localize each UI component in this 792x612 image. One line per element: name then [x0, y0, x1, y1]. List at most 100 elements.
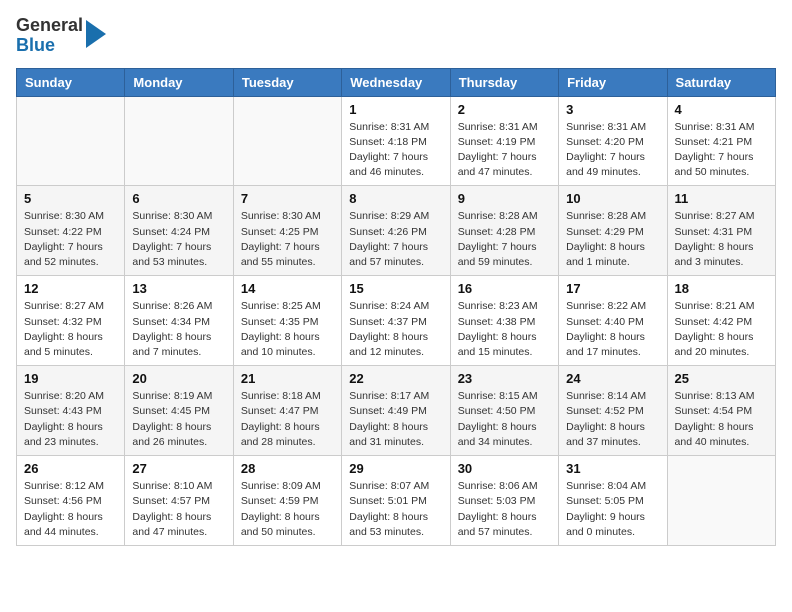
day-number: 1: [349, 102, 442, 117]
day-number: 10: [566, 191, 659, 206]
day-info: Sunrise: 8:21 AMSunset: 4:42 PMDaylight:…: [675, 299, 768, 360]
day-number: 27: [132, 461, 225, 476]
calendar-cell: 7 Sunrise: 8:30 AMSunset: 4:25 PMDaylight…: [233, 186, 341, 276]
header-thursday: Thursday: [450, 68, 558, 96]
calendar-cell: 11 Sunrise: 8:27 AMSunset: 4:31 PMDayligh…: [667, 186, 775, 276]
calendar-cell: 6 Sunrise: 8:30 AMSunset: 4:24 PMDaylight…: [125, 186, 233, 276]
calendar-cell: 26 Sunrise: 8:12 AMSunset: 4:56 PMDayligh…: [17, 456, 125, 546]
day-info: Sunrise: 8:19 AMSunset: 4:45 PMDaylight:…: [132, 389, 225, 450]
calendar-week-1: 1 Sunrise: 8:31 AMSunset: 4:18 PMDaylight…: [17, 96, 776, 186]
calendar-cell: 16 Sunrise: 8:23 AMSunset: 4:38 PMDayligh…: [450, 276, 558, 366]
day-info: Sunrise: 8:30 AMSunset: 4:25 PMDaylight:…: [241, 209, 334, 270]
day-info: Sunrise: 8:24 AMSunset: 4:37 PMDaylight:…: [349, 299, 442, 360]
day-number: 15: [349, 281, 442, 296]
header-sunday: Sunday: [17, 68, 125, 96]
day-info: Sunrise: 8:09 AMSunset: 4:59 PMDaylight:…: [241, 479, 334, 540]
calendar-cell: 12 Sunrise: 8:27 AMSunset: 4:32 PMDayligh…: [17, 276, 125, 366]
calendar-cell: [233, 96, 341, 186]
logo-blue: Blue: [16, 36, 83, 56]
day-number: 19: [24, 371, 117, 386]
header-saturday: Saturday: [667, 68, 775, 96]
calendar-cell: 15 Sunrise: 8:24 AMSunset: 4:37 PMDayligh…: [342, 276, 450, 366]
calendar-cell: [125, 96, 233, 186]
logo: General Blue: [16, 16, 106, 56]
header-monday: Monday: [125, 68, 233, 96]
day-info: Sunrise: 8:12 AMSunset: 4:56 PMDaylight:…: [24, 479, 117, 540]
calendar-cell: 3Sunrise: 8:31 AMSunset: 4:20 PMDaylight…: [559, 96, 667, 186]
day-number: 3: [566, 102, 659, 117]
day-number: 18: [675, 281, 768, 296]
day-info: Sunrise: 8:25 AMSunset: 4:35 PMDaylight:…: [241, 299, 334, 360]
calendar-cell: 19 Sunrise: 8:20 AMSunset: 4:43 PMDayligh…: [17, 366, 125, 456]
calendar-week-2: 5 Sunrise: 8:30 AMSunset: 4:22 PMDaylight…: [17, 186, 776, 276]
calendar-cell: 31Sunrise: 8:04 AMSunset: 5:05 PMDayligh…: [559, 456, 667, 546]
day-number: 16: [458, 281, 551, 296]
day-info: Sunrise: 8:29 AMSunset: 4:26 PMDaylight:…: [349, 209, 442, 270]
calendar-cell: 14Sunrise: 8:25 AMSunset: 4:35 PMDayligh…: [233, 276, 341, 366]
calendar-week-5: 26 Sunrise: 8:12 AMSunset: 4:56 PMDayligh…: [17, 456, 776, 546]
day-number: 23: [458, 371, 551, 386]
day-info: Sunrise: 8:07 AMSunset: 5:01 PMDaylight:…: [349, 479, 442, 540]
calendar-cell: 5 Sunrise: 8:30 AMSunset: 4:22 PMDaylight…: [17, 186, 125, 276]
calendar-cell: 29 Sunrise: 8:07 AMSunset: 5:01 PMDayligh…: [342, 456, 450, 546]
day-info: Sunrise: 8:10 AMSunset: 4:57 PMDaylight:…: [132, 479, 225, 540]
day-number: 12: [24, 281, 117, 296]
day-info: Sunrise: 8:30 AMSunset: 4:24 PMDaylight:…: [132, 209, 225, 270]
calendar-week-3: 12 Sunrise: 8:27 AMSunset: 4:32 PMDayligh…: [17, 276, 776, 366]
day-number: 6: [132, 191, 225, 206]
day-number: 29: [349, 461, 442, 476]
day-number: 30: [458, 461, 551, 476]
day-number: 17: [566, 281, 659, 296]
calendar-cell: [17, 96, 125, 186]
day-info: Sunrise: 8:30 AMSunset: 4:22 PMDaylight:…: [24, 209, 117, 270]
day-info: Sunrise: 8:17 AMSunset: 4:49 PMDaylight:…: [349, 389, 442, 450]
calendar-cell: 10 Sunrise: 8:28 AMSunset: 4:29 PMDayligh…: [559, 186, 667, 276]
day-number: 2: [458, 102, 551, 117]
page-header: General Blue: [16, 16, 776, 56]
calendar-cell: 22 Sunrise: 8:17 AMSunset: 4:49 PMDayligh…: [342, 366, 450, 456]
day-info: Sunrise: 8:28 AMSunset: 4:29 PMDaylight:…: [566, 209, 659, 270]
day-number: 31: [566, 461, 659, 476]
calendar-cell: 27 Sunrise: 8:10 AMSunset: 4:57 PMDayligh…: [125, 456, 233, 546]
calendar-cell: 13 Sunrise: 8:26 AMSunset: 4:34 PMDayligh…: [125, 276, 233, 366]
day-info: Sunrise: 8:27 AMSunset: 4:32 PMDaylight:…: [24, 299, 117, 360]
day-number: 22: [349, 371, 442, 386]
day-info: Sunrise: 8:28 AMSunset: 4:28 PMDaylight:…: [458, 209, 551, 270]
calendar-cell: 1 Sunrise: 8:31 AMSunset: 4:18 PMDaylight…: [342, 96, 450, 186]
day-number: 11: [675, 191, 768, 206]
day-number: 25: [675, 371, 768, 386]
calendar-cell: 2Sunrise: 8:31 AMSunset: 4:19 PMDaylight…: [450, 96, 558, 186]
header-friday: Friday: [559, 68, 667, 96]
day-info: Sunrise: 8:15 AMSunset: 4:50 PMDaylight:…: [458, 389, 551, 450]
day-number: 7: [241, 191, 334, 206]
day-number: 5: [24, 191, 117, 206]
day-info: Sunrise: 8:23 AMSunset: 4:38 PMDaylight:…: [458, 299, 551, 360]
calendar-cell: 30 Sunrise: 8:06 AMSunset: 5:03 PMDayligh…: [450, 456, 558, 546]
calendar-cell: 28 Sunrise: 8:09 AMSunset: 4:59 PMDayligh…: [233, 456, 341, 546]
day-info: Sunrise: 8:26 AMSunset: 4:34 PMDaylight:…: [132, 299, 225, 360]
header-tuesday: Tuesday: [233, 68, 341, 96]
day-number: 13: [132, 281, 225, 296]
calendar-cell: [667, 456, 775, 546]
day-info: Sunrise: 8:31 AMSunset: 4:18 PMDaylight:…: [349, 120, 442, 181]
day-info: Sunrise: 8:14 AMSunset: 4:52 PMDaylight:…: [566, 389, 659, 450]
day-number: 8: [349, 191, 442, 206]
day-info: Sunrise: 8:20 AMSunset: 4:43 PMDaylight:…: [24, 389, 117, 450]
calendar-table: SundayMondayTuesdayWednesdayThursdayFrid…: [16, 68, 776, 546]
day-number: 28: [241, 461, 334, 476]
calendar-header-row: SundayMondayTuesdayWednesdayThursdayFrid…: [17, 68, 776, 96]
logo-triangle-icon: [86, 20, 106, 48]
calendar-cell: 23 Sunrise: 8:15 AMSunset: 4:50 PMDayligh…: [450, 366, 558, 456]
day-number: 9: [458, 191, 551, 206]
day-info: Sunrise: 8:31 AMSunset: 4:21 PMDaylight:…: [675, 120, 768, 181]
calendar-cell: 17Sunrise: 8:22 AMSunset: 4:40 PMDayligh…: [559, 276, 667, 366]
day-number: 26: [24, 461, 117, 476]
day-info: Sunrise: 8:06 AMSunset: 5:03 PMDaylight:…: [458, 479, 551, 540]
day-number: 24: [566, 371, 659, 386]
day-info: Sunrise: 8:13 AMSunset: 4:54 PMDaylight:…: [675, 389, 768, 450]
day-number: 21: [241, 371, 334, 386]
day-info: Sunrise: 8:18 AMSunset: 4:47 PMDaylight:…: [241, 389, 334, 450]
header-wednesday: Wednesday: [342, 68, 450, 96]
day-info: Sunrise: 8:27 AMSunset: 4:31 PMDaylight:…: [675, 209, 768, 270]
calendar-week-4: 19 Sunrise: 8:20 AMSunset: 4:43 PMDayligh…: [17, 366, 776, 456]
